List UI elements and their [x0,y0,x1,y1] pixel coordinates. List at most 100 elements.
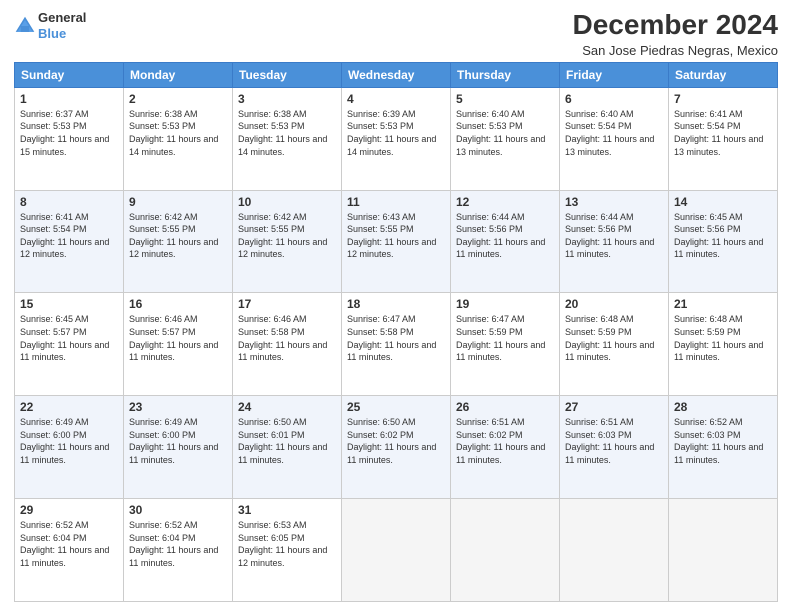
day-cell: 27 Sunrise: 6:51 AMSunset: 6:03 PMDayligh… [560,396,669,499]
day-cell: 9 Sunrise: 6:42 AMSunset: 5:55 PMDaylight… [124,190,233,293]
day-info: Sunrise: 6:40 AMSunset: 5:53 PMDaylight:… [456,108,554,158]
day-cell: 25 Sunrise: 6:50 AMSunset: 6:02 PMDayligh… [342,396,451,499]
day-cell: 29 Sunrise: 6:52 AMSunset: 6:04 PMDayligh… [15,499,124,602]
day-number: 21 [674,297,772,311]
day-number: 12 [456,195,554,209]
logo-icon [14,15,36,37]
col-header-thursday: Thursday [451,62,560,87]
day-cell: 11Sunrise: 6:43 AMSunset: 5:55 PMDayligh… [342,190,451,293]
day-number: 20 [565,297,663,311]
day-cell: 7 Sunrise: 6:41 AMSunset: 5:54 PMDaylight… [669,87,778,190]
day-info: Sunrise: 6:44 AMSunset: 5:56 PMDaylight:… [456,211,554,261]
day-info: Sunrise: 6:45 AMSunset: 5:56 PMDaylight:… [674,211,772,261]
day-number: 8 [20,195,118,209]
day-cell: 31Sunrise: 6:53 AMSunset: 6:05 PMDayligh… [233,499,342,602]
day-number: 27 [565,400,663,414]
day-cell: 8 Sunrise: 6:41 AMSunset: 5:54 PMDaylight… [15,190,124,293]
month-title: December 2024 [573,10,778,41]
day-cell [342,499,451,602]
day-info: Sunrise: 6:42 AMSunset: 5:55 PMDaylight:… [238,211,336,261]
day-info: Sunrise: 6:52 AMSunset: 6:04 PMDaylight:… [20,519,118,569]
day-info: Sunrise: 6:47 AMSunset: 5:59 PMDaylight:… [456,313,554,363]
col-header-tuesday: Tuesday [233,62,342,87]
day-info: Sunrise: 6:46 AMSunset: 5:58 PMDaylight:… [238,313,336,363]
day-info: Sunrise: 6:50 AMSunset: 6:01 PMDaylight:… [238,416,336,466]
day-cell: 10 Sunrise: 6:42 AMSunset: 5:55 PMDayligh… [233,190,342,293]
col-header-monday: Monday [124,62,233,87]
day-info: Sunrise: 6:51 AMSunset: 6:03 PMDaylight:… [565,416,663,466]
day-number: 30 [129,503,227,517]
day-number: 17 [238,297,336,311]
day-info: Sunrise: 6:48 AMSunset: 5:59 PMDaylight:… [674,313,772,363]
day-info: Sunrise: 6:44 AMSunset: 5:56 PMDaylight:… [565,211,663,261]
day-cell: 18Sunrise: 6:47 AMSunset: 5:58 PMDayligh… [342,293,451,396]
logo: General Blue [14,10,86,41]
day-number: 9 [129,195,227,209]
day-number: 28 [674,400,772,414]
day-number: 22 [20,400,118,414]
day-info: Sunrise: 6:50 AMSunset: 6:02 PMDaylight:… [347,416,445,466]
day-cell [451,499,560,602]
day-info: Sunrise: 6:46 AMSunset: 5:57 PMDaylight:… [129,313,227,363]
day-info: Sunrise: 6:41 AMSunset: 5:54 PMDaylight:… [20,211,118,261]
day-info: Sunrise: 6:47 AMSunset: 5:58 PMDaylight:… [347,313,445,363]
day-number: 23 [129,400,227,414]
day-info: Sunrise: 6:42 AMSunset: 5:55 PMDaylight:… [129,211,227,261]
day-cell: 24 Sunrise: 6:50 AMSunset: 6:01 PMDayligh… [233,396,342,499]
logo-blue: Blue [38,26,66,41]
day-number: 14 [674,195,772,209]
day-info: Sunrise: 6:38 AMSunset: 5:53 PMDaylight:… [129,108,227,158]
day-cell [669,499,778,602]
day-number: 24 [238,400,336,414]
week-row-2: 8 Sunrise: 6:41 AMSunset: 5:54 PMDaylight… [15,190,778,293]
day-number: 31 [238,503,336,517]
day-cell: 26Sunrise: 6:51 AMSunset: 6:02 PMDayligh… [451,396,560,499]
day-info: Sunrise: 6:40 AMSunset: 5:54 PMDaylight:… [565,108,663,158]
day-number: 1 [20,92,118,106]
col-header-saturday: Saturday [669,62,778,87]
day-number: 3 [238,92,336,106]
day-cell: 30 Sunrise: 6:52 AMSunset: 6:04 PMDayligh… [124,499,233,602]
day-info: Sunrise: 6:52 AMSunset: 6:04 PMDaylight:… [129,519,227,569]
day-cell: 3 Sunrise: 6:38 AMSunset: 5:53 PMDaylight… [233,87,342,190]
day-cell: 4 Sunrise: 6:39 AMSunset: 5:53 PMDaylight… [342,87,451,190]
day-info: Sunrise: 6:39 AMSunset: 5:53 PMDaylight:… [347,108,445,158]
day-info: Sunrise: 6:52 AMSunset: 6:03 PMDaylight:… [674,416,772,466]
day-info: Sunrise: 6:49 AMSunset: 6:00 PMDaylight:… [20,416,118,466]
day-cell [560,499,669,602]
day-cell: 16Sunrise: 6:46 AMSunset: 5:57 PMDayligh… [124,293,233,396]
day-cell: 23Sunrise: 6:49 AMSunset: 6:00 PMDayligh… [124,396,233,499]
day-info: Sunrise: 6:43 AMSunset: 5:55 PMDaylight:… [347,211,445,261]
day-number: 4 [347,92,445,106]
day-info: Sunrise: 6:38 AMSunset: 5:53 PMDaylight:… [238,108,336,158]
week-row-3: 15Sunrise: 6:45 AMSunset: 5:57 PMDayligh… [15,293,778,396]
day-cell: 28 Sunrise: 6:52 AMSunset: 6:03 PMDayligh… [669,396,778,499]
day-cell: 15Sunrise: 6:45 AMSunset: 5:57 PMDayligh… [15,293,124,396]
day-number: 6 [565,92,663,106]
title-section: December 2024 San Jose Piedras Negras, M… [573,10,778,58]
day-cell: 17 Sunrise: 6:46 AMSunset: 5:58 PMDayligh… [233,293,342,396]
week-row-1: 1 Sunrise: 6:37 AMSunset: 5:53 PMDaylight… [15,87,778,190]
day-cell: 12 Sunrise: 6:44 AMSunset: 5:56 PMDayligh… [451,190,560,293]
day-info: Sunrise: 6:37 AMSunset: 5:53 PMDaylight:… [20,108,118,158]
day-number: 7 [674,92,772,106]
header-row: SundayMondayTuesdayWednesdayThursdayFrid… [15,62,778,87]
day-number: 29 [20,503,118,517]
day-info: Sunrise: 6:41 AMSunset: 5:54 PMDaylight:… [674,108,772,158]
day-cell: 1 Sunrise: 6:37 AMSunset: 5:53 PMDaylight… [15,87,124,190]
day-cell: 6 Sunrise: 6:40 AMSunset: 5:54 PMDaylight… [560,87,669,190]
day-info: Sunrise: 6:48 AMSunset: 5:59 PMDaylight:… [565,313,663,363]
day-number: 13 [565,195,663,209]
header: General Blue December 2024 San Jose Pied… [14,10,778,58]
location-subtitle: San Jose Piedras Negras, Mexico [573,43,778,58]
day-number: 25 [347,400,445,414]
col-header-friday: Friday [560,62,669,87]
day-number: 5 [456,92,554,106]
day-cell: 21 Sunrise: 6:48 AMSunset: 5:59 PMDayligh… [669,293,778,396]
day-number: 10 [238,195,336,209]
day-info: Sunrise: 6:45 AMSunset: 5:57 PMDaylight:… [20,313,118,363]
logo-general: General [38,10,86,25]
week-row-4: 22 Sunrise: 6:49 AMSunset: 6:00 PMDayligh… [15,396,778,499]
day-number: 19 [456,297,554,311]
col-header-sunday: Sunday [15,62,124,87]
